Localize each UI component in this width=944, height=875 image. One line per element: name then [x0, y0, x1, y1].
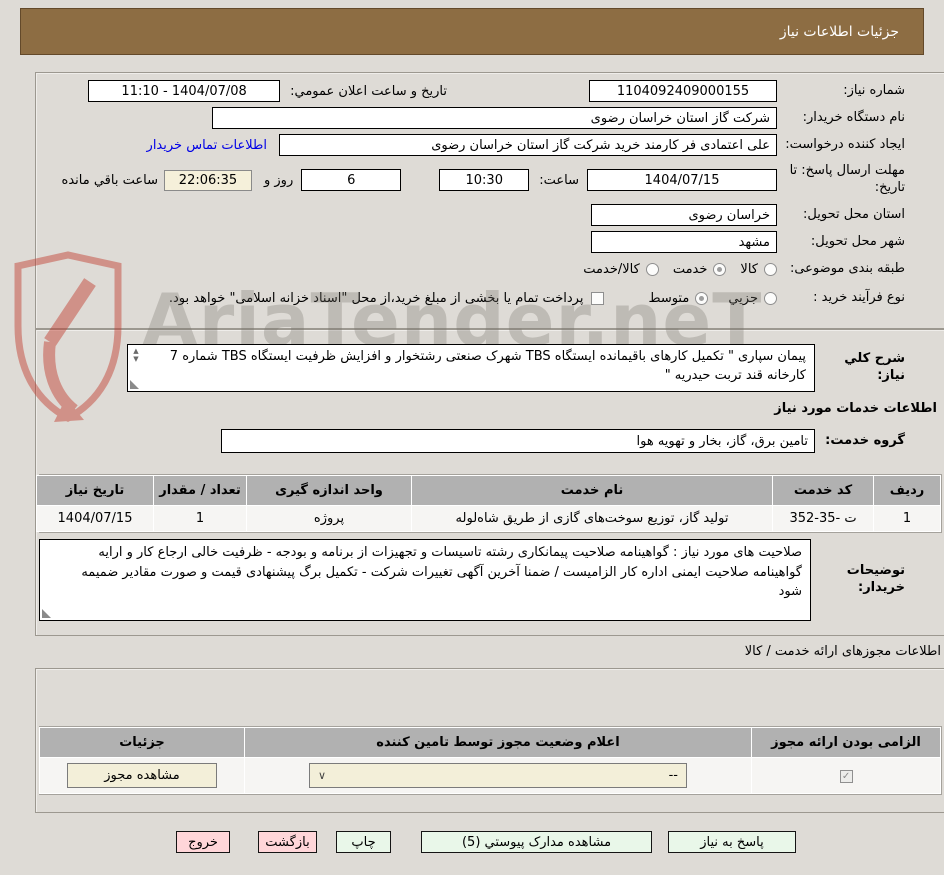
cell-row-index: 1 — [874, 506, 940, 531]
footer-button-bar: پاسخ به نیاز مشاهده مدارک پیوستي (5) چاپ… — [176, 831, 796, 853]
back-button[interactable]: بازگشت — [258, 831, 317, 853]
cell-service-code: 352-35- ت — [773, 506, 873, 531]
service-group-field[interactable]: تامین برق، گاز، بخار و تهویه هوا — [221, 429, 815, 453]
radio-option-medium[interactable]: متوسط — [648, 291, 709, 306]
radio-icon[interactable] — [764, 291, 777, 305]
cell-quantity: 1 — [154, 506, 246, 531]
radio-option-goods-service[interactable]: کالا/خدمت — [583, 262, 659, 277]
services-panel: شرح کلي نیاز: پیمان سپاری " تکمیل کارهای… — [35, 329, 944, 636]
cell-license-details: مشاهده مجوز — [40, 758, 244, 793]
cell-license-status: -- ∨ — [245, 758, 751, 793]
reply-deadline-label: مهلت ارسال پاسخ: تا تاریخ: — [789, 163, 905, 195]
subject-class-row: طبقه بندی موضوعی: کالا خدمت کالا/خدمت — [44, 257, 905, 281]
buyer-org-row: نام دستگاه خریدار: شرکت گاز استان خراسان… — [44, 106, 905, 130]
col-header-row-index: ردیف — [874, 476, 940, 505]
delivery-city-label: شهر محل تحویل: — [810, 233, 905, 249]
treasury-checkbox[interactable] — [591, 291, 605, 305]
delivery-province-label: استان محل تحویل: — [803, 206, 905, 222]
radio-selected-icon[interactable] — [713, 262, 727, 276]
cell-unit: پروژه — [247, 506, 411, 531]
col-header-unit: واحد اندازه گیری — [247, 476, 411, 505]
buyer-org-label: نام دستگاه خریدار: — [802, 109, 905, 125]
license-status-value: -- — [668, 768, 678, 783]
reply-deadline-row: مهلت ارسال پاسخ: تا تاریخ: 1404/07/15 سا… — [44, 159, 905, 201]
services-table: ردیف کد خدمت نام خدمت واحد اندازه گیری ت… — [36, 474, 942, 533]
time-remaining-label: ساعت باقي مانده — [61, 172, 158, 188]
licenses-table-grid: الزامی بودن ارائه مجوز اعلام وضعیت مجوز … — [39, 727, 941, 794]
col-header-service-code: کد خدمت — [773, 476, 873, 505]
service-group-label: گروه خدمت: — [825, 432, 905, 448]
request-creator-field[interactable]: علی اعتمادی فر کارمند خرید شرکت گاز استا… — [279, 134, 777, 156]
request-creator-label: ایجاد کننده درخواست: — [785, 136, 905, 152]
cell-need-date: 1404/07/15 — [37, 506, 153, 531]
buyer-contact-link[interactable]: اطلاعات تماس خریدار — [147, 138, 267, 153]
radio-selected-icon[interactable] — [695, 291, 709, 305]
process-type-label: نوع فرآیند خرید : — [813, 289, 905, 305]
license-status-select[interactable]: -- ∨ — [309, 763, 687, 788]
licenses-section-heading: اطلاعات مجوزهای ارائه خدمت / کالا — [744, 644, 941, 659]
col-header-service-name: نام خدمت — [412, 476, 772, 505]
page-title-bar: جزئیات اطلاعات نیاز — [20, 8, 924, 55]
reply-deadline-time-field[interactable]: 10:30 — [439, 169, 530, 191]
buyer-notes-row: توضیحات خریدار: صلاحیت های مورد نیاز : گ… — [39, 539, 905, 621]
licenses-panel: الزامی بودن ارائه مجوز اعلام وضعیت مجوز … — [35, 668, 944, 813]
resize-grip-icon[interactable] — [42, 609, 51, 618]
delivery-province-row: استان محل تحویل: خراسان رضوی — [44, 203, 905, 227]
treasury-note: پرداخت تمام یا بخشی از مبلغ خرید،از محل … — [168, 290, 584, 306]
cell-service-name: تولید گاز، توزیع سوخت‌های گازی از طریق ش… — [412, 506, 772, 531]
table-row: -- ∨ مشاهده مجوز — [40, 758, 940, 793]
delivery-city-row: شهر محل تحویل: مشهد — [44, 230, 905, 254]
need-desc-label: شرح کلي نیاز: — [844, 351, 905, 383]
radio-icon[interactable] — [645, 262, 659, 276]
days-and-label: روز و — [263, 172, 294, 188]
page-title: جزئیات اطلاعات نیاز — [779, 23, 899, 40]
need-desc-textarea[interactable]: پیمان سپاری " تکمیل کارهای باقیمانده ایس… — [127, 344, 815, 392]
hour-label: ساعت: — [539, 172, 579, 188]
exit-button[interactable]: خروج — [176, 831, 230, 853]
table-row: 1 352-35- ت تولید گاز، توزیع سوخت‌های گا… — [37, 506, 940, 531]
licenses-table-header-row: الزامی بودن ارائه مجوز اعلام وضعیت مجوز … — [40, 728, 940, 757]
announce-datetime-field[interactable]: 1404/07/08 - 11:10 — [88, 80, 281, 102]
need-desc-row: شرح کلي نیاز: پیمان سپاری " تکمیل کارهای… — [44, 344, 905, 392]
time-remaining-countdown: 22:06:35 — [163, 169, 252, 191]
buyer-notes-label: توضیحات خریدار: — [846, 563, 905, 595]
col-header-need-date: تاریخ نیاز — [37, 476, 153, 505]
reply-deadline-date-field[interactable]: 1404/07/15 — [587, 169, 777, 191]
col-header-license-details: جزئیات — [40, 728, 244, 757]
radio-option-minor[interactable]: جزیي — [728, 291, 777, 306]
services-table-header-row: ردیف کد خدمت نام خدمت واحد اندازه گیری ت… — [37, 476, 940, 505]
col-header-quantity: تعداد / مقدار — [154, 476, 246, 505]
need-number-label: شماره نیاز: — [843, 82, 905, 98]
process-type-row: نوع فرآیند خرید : جزیي متوسط پرداخت تمام… — [44, 285, 905, 311]
buyer-org-field[interactable]: شرکت گاز استان خراسان رضوی — [212, 107, 777, 129]
need-number-field[interactable]: 1104092409000155 — [589, 80, 777, 102]
col-header-license-status: اعلام وضعیت مجوز توسط تامین کننده — [245, 728, 751, 757]
radio-icon[interactable] — [764, 262, 777, 276]
col-header-license-required: الزامی بودن ارائه مجوز — [752, 728, 940, 757]
need-number-row: شماره نیاز: 1104092409000155 تاریخ و ساع… — [44, 79, 905, 103]
chevron-down-icon: ∨ — [318, 769, 327, 782]
service-group-row: گروه خدمت: تامین برق، گاز، بخار و تهویه … — [44, 429, 905, 453]
view-attachments-button[interactable]: مشاهده مدارک پیوستي (5) — [421, 831, 652, 853]
services-section-heading: اطلاعات خدمات مورد نیاز — [774, 401, 937, 416]
delivery-province-field[interactable]: خراسان رضوی — [591, 204, 777, 226]
services-table-grid: ردیف کد خدمت نام خدمت واحد اندازه گیری ت… — [36, 475, 941, 532]
radio-option-service[interactable]: خدمت — [673, 262, 727, 277]
request-creator-row: ایجاد کننده درخواست: علی اعتمادی فر کارم… — [44, 133, 905, 157]
license-required-checkbox[interactable] — [839, 770, 853, 784]
subject-class-label: طبقه بندی موضوعی: — [789, 260, 905, 276]
print-button[interactable]: چاپ — [336, 831, 391, 853]
delivery-city-field[interactable]: مشهد — [591, 231, 777, 253]
view-license-button[interactable]: مشاهده مجوز — [67, 763, 217, 788]
buyer-notes-textarea[interactable]: صلاحیت های مورد نیاز : گواهینامه صلاحیت … — [39, 539, 811, 621]
radio-option-goods[interactable]: کالا — [740, 262, 777, 277]
days-remaining-field[interactable]: 6 — [301, 169, 402, 191]
licenses-table: الزامی بودن ارائه مجوز اعلام وضعیت مجوز … — [39, 726, 942, 795]
scrollbar-arrows-icon[interactable]: ▲ ▼ — [130, 347, 142, 363]
respond-to-need-button[interactable]: پاسخ به نیاز — [668, 831, 796, 853]
general-info-panel: شماره نیاز: 1104092409000155 تاریخ و ساع… — [35, 72, 944, 329]
resize-grip-icon[interactable] — [130, 380, 139, 389]
announce-datetime-label: تاریخ و ساعت اعلان عمومي: — [290, 83, 447, 99]
cell-license-required — [752, 758, 940, 793]
